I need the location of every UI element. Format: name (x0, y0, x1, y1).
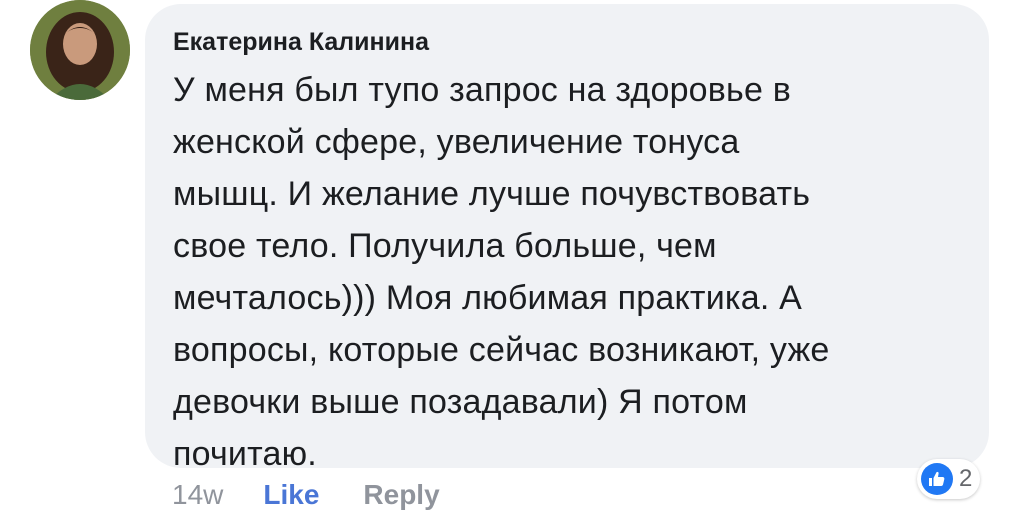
like-button[interactable]: Like (263, 479, 319, 511)
comment-actions: 14w Like Reply (172, 478, 440, 512)
reaction-summary[interactable]: 2 (917, 459, 981, 499)
comment-line: У меня был тупо запрос на здоровье в (173, 71, 791, 109)
comment-body: У меня был тупо запрос на здоровье в жен… (173, 64, 973, 480)
reaction-count: 2 (959, 465, 973, 492)
comment-line: мышц. И желание лучше почувствовать (173, 175, 811, 213)
avatar-photo (30, 0, 130, 100)
comment-line: почитаю. (173, 435, 317, 473)
comment-container: Екатерина Калинина У меня был тупо запро… (0, 0, 1024, 514)
comment-line: вопросы, которые сейчас возникают, уже (173, 331, 830, 369)
reply-button[interactable]: Reply (363, 479, 439, 511)
comment-line: мечталось))) Моя любимая практика. А (173, 279, 802, 317)
thumbs-up-icon (921, 463, 953, 495)
comment-line: женской сфере, увеличение тонуса (173, 123, 740, 161)
comment-timestamp[interactable]: 14w (172, 479, 223, 511)
comment-bubble: Екатерина Калинина У меня был тупо запро… (145, 4, 989, 473)
avatar[interactable] (30, 0, 130, 100)
comment-author[interactable]: Екатерина Калинина (173, 28, 429, 57)
comment-line: девочки выше позадавали) Я потом (173, 383, 748, 421)
comment-line: свое тело. Получила больше, чем (173, 227, 717, 265)
